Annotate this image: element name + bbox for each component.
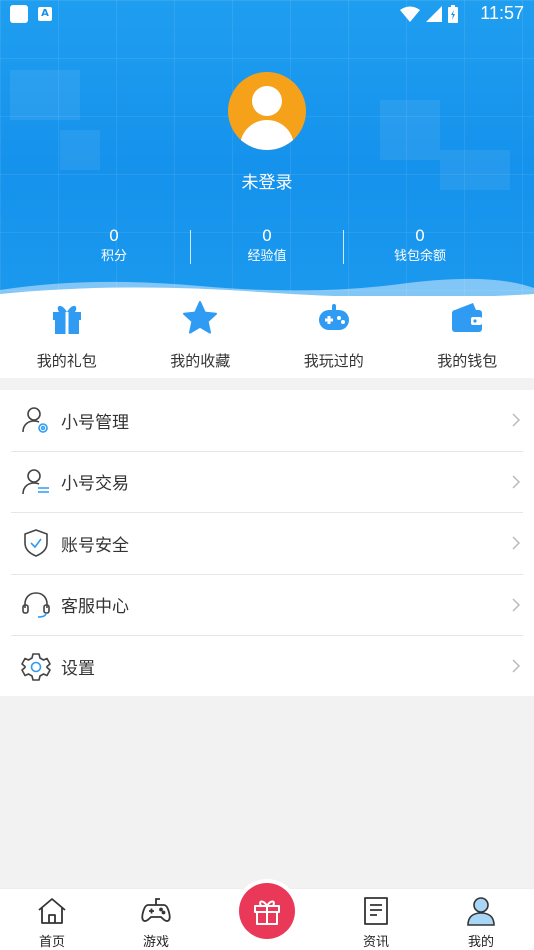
chevron-right-icon xyxy=(512,536,521,550)
menu-item-label: 小号管理 xyxy=(61,412,129,433)
stat-points[interactable]: 0 积分 xyxy=(38,226,190,270)
headset-icon xyxy=(22,591,50,618)
avatar-body xyxy=(240,120,294,150)
gift-icon xyxy=(254,900,280,925)
menu-item-label: 小号交易 xyxy=(61,474,129,495)
quick-action-label: 我玩过的 xyxy=(303,352,364,370)
star-icon xyxy=(183,301,218,334)
tab-news[interactable]: 资讯 xyxy=(346,889,406,950)
quick-action-wallet[interactable]: 我的钱包 xyxy=(401,296,534,378)
user-icon xyxy=(467,897,495,926)
tab-games[interactable]: 游戏 xyxy=(126,889,186,950)
gift-icon xyxy=(52,305,81,334)
menu-item-label: 账号安全 xyxy=(61,535,129,556)
chevron-right-icon xyxy=(512,474,521,489)
quick-action-gifts[interactable]: 我的礼包 xyxy=(0,296,134,378)
quick-action-label: 我的礼包 xyxy=(36,352,97,370)
gamepad-icon xyxy=(141,898,171,922)
profile-header: A 11:57 未登录 0 积分 0 经验值 0 钱包余额 xyxy=(0,0,534,300)
stat-label: 钱包余额 xyxy=(393,249,446,264)
stat-value: 0 xyxy=(414,226,426,245)
menu-item-account-security[interactable]: 账号安全 xyxy=(11,513,523,575)
shield-check-icon xyxy=(24,529,48,558)
tab-label: 首页 xyxy=(38,935,65,950)
app-notification-icon xyxy=(10,5,28,23)
avatar[interactable] xyxy=(228,72,306,150)
menu-item-settings[interactable]: 设置 xyxy=(11,636,523,698)
wifi-icon xyxy=(400,6,420,22)
stat-value: 0 xyxy=(261,226,273,245)
home-icon xyxy=(38,898,66,924)
keyboard-notification-icon: A xyxy=(38,7,52,21)
header-decor xyxy=(60,130,100,170)
avatar-head xyxy=(252,86,282,116)
user-settings-icon xyxy=(22,407,48,434)
settings-menu: 小号管理 小号交易 账号安全 客服中心 设置 xyxy=(0,390,534,696)
header-decor xyxy=(10,70,80,120)
quick-action-favorites[interactable]: 我的收藏 xyxy=(134,296,268,378)
battery-icon xyxy=(448,5,458,23)
tab-label: 游戏 xyxy=(142,935,169,950)
menu-item-label: 设置 xyxy=(61,659,95,680)
quick-action-played[interactable]: 我玩过的 xyxy=(267,296,401,378)
gift-center-button[interactable] xyxy=(239,883,295,939)
quick-action-label: 我的钱包 xyxy=(437,352,498,370)
news-icon xyxy=(364,897,388,925)
wallet-icon xyxy=(452,303,483,332)
status-icons xyxy=(400,5,458,23)
login-status[interactable]: 未登录 xyxy=(0,168,534,193)
clock: 11:57 xyxy=(480,3,524,23)
bottom-nav: 首页 游戏 资讯 我的 xyxy=(0,883,534,950)
chevron-right-icon xyxy=(512,597,521,612)
menu-item-account-trading[interactable]: 小号交易 xyxy=(11,452,523,513)
header-decor xyxy=(380,100,440,160)
stat-wallet-balance[interactable]: 0 钱包余额 xyxy=(344,226,496,270)
menu-item-account-management[interactable]: 小号管理 xyxy=(11,390,523,452)
stat-label: 经验值 xyxy=(247,249,287,264)
tab-label: 资讯 xyxy=(362,935,389,950)
quick-actions: 我的礼包 我的收藏 我玩过的 我的钱包 xyxy=(0,296,534,378)
gear-icon xyxy=(21,652,51,681)
stats-bar: 0 积分 0 经验值 0 钱包余额 xyxy=(38,226,496,270)
menu-item-label: 客服中心 xyxy=(61,597,129,618)
signal-icon xyxy=(426,6,442,22)
user-transfer-icon xyxy=(22,468,49,494)
status-bar: A 11:57 xyxy=(0,0,534,28)
quick-action-label: 我的收藏 xyxy=(170,352,231,370)
stat-value: 0 xyxy=(108,226,120,245)
chevron-right-icon xyxy=(512,413,521,427)
menu-item-customer-service[interactable]: 客服中心 xyxy=(11,575,523,636)
chevron-right-icon xyxy=(512,659,521,673)
stat-experience[interactable]: 0 经验值 xyxy=(191,226,343,270)
gamepad-icon xyxy=(318,304,349,330)
tab-home[interactable]: 首页 xyxy=(22,889,82,950)
tab-mine[interactable]: 我的 xyxy=(451,889,511,950)
stat-label: 积分 xyxy=(100,249,127,264)
tab-label: 我的 xyxy=(467,935,494,950)
